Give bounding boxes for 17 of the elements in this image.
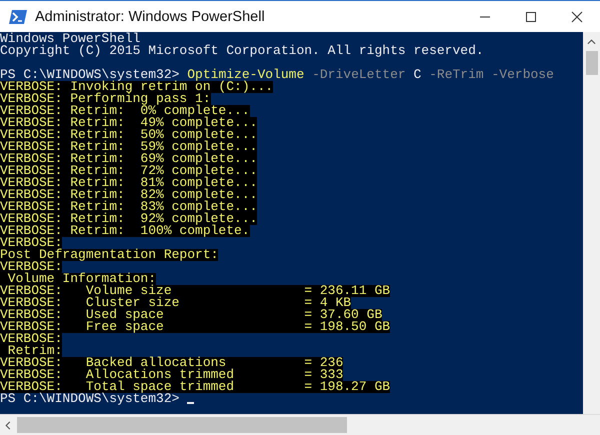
scrollbar-thumb[interactable] — [586, 51, 598, 75]
prompt-text: PS C:\WINDOWS\system32> — [0, 69, 180, 81]
prompt-text: PS C:\WINDOWS\system32> — [0, 393, 180, 405]
parameter-text: -DriveLetter — [312, 69, 406, 81]
horizontal-scrollbar[interactable] — [0, 414, 600, 435]
vertical-scrollbar[interactable] — [583, 32, 600, 414]
argument-text: C — [413, 69, 422, 81]
window-title: Administrator: Windows PowerShell — [35, 8, 266, 24]
powershell-icon — [9, 8, 27, 24]
parameter-text: -Verbose — [492, 69, 554, 81]
close-icon[interactable] — [571, 10, 583, 22]
command-text: Optimize-Volume — [187, 69, 304, 81]
maximize-icon[interactable] — [525, 10, 537, 22]
parameter-text: -ReTrim — [429, 69, 484, 81]
console-line: Copyright (C) 2015 Microsoft Corporation. All rights reserved. — [0, 45, 484, 57]
console-line: Windows PowerShell — [0, 33, 140, 45]
scrollbar-thumb[interactable] — [17, 417, 347, 433]
